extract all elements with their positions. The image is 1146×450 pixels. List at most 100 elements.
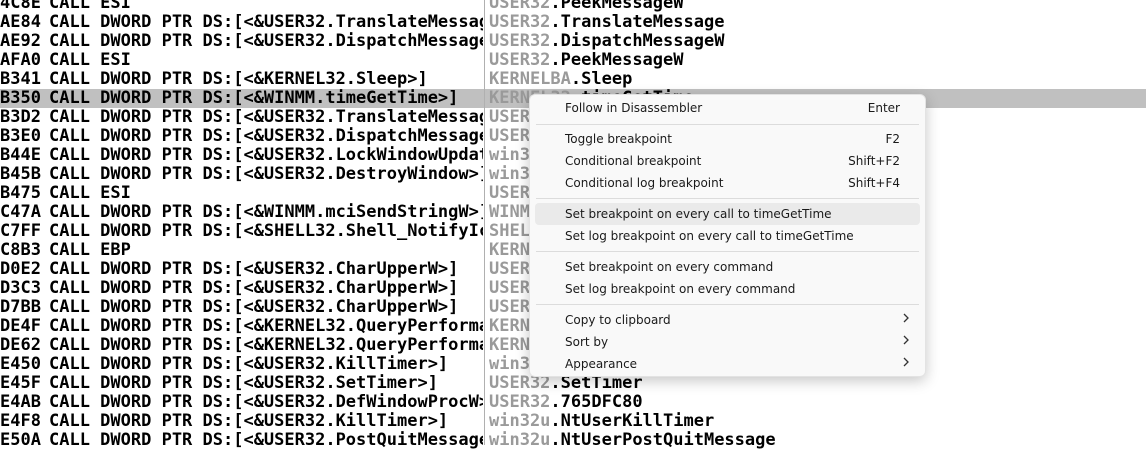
- destination-symbol: PeekMessageW: [560, 51, 684, 70]
- row-destination: KERNELBA.Sleep: [489, 70, 1139, 89]
- row-address: B341: [0, 70, 41, 89]
- menu-item-toggle-breakpoint[interactable]: Toggle breakpoint F2: [535, 128, 920, 150]
- destination-dot: .: [550, 13, 561, 32]
- row-address: D3C3: [0, 279, 41, 298]
- menu-item-label: Conditional breakpoint: [565, 154, 702, 168]
- list-row[interactable]: AE84 CALL DWORD PTR DS:[<&USER32.Translat…: [0, 13, 1146, 32]
- menu-item-log-breakpoint-every-call[interactable]: Set log breakpoint on every call to time…: [535, 225, 920, 247]
- destination-module: win32u: [489, 431, 551, 450]
- row-address: DE4F: [0, 317, 41, 336]
- menu-separator: [536, 124, 919, 125]
- menu-item-label: Set log breakpoint on every command: [565, 282, 796, 296]
- list-row[interactable]: E4F8 CALL DWORD PTR DS:[<&USER32.KillTime…: [0, 412, 1146, 431]
- row-instruction: CALL DWORD PTR DS:[<&USER32.LockWindowUp…: [49, 146, 483, 165]
- row-instruction: CALL DWORD PTR DS:[<&USER32.CharUpperW>]: [49, 260, 459, 279]
- list-row[interactable]: E4AB CALL DWORD PTR DS:[<&USER32.DefWindo…: [0, 393, 1146, 412]
- menu-item-shortcut: Enter: [867, 101, 900, 115]
- column-divider[interactable]: [484, 0, 485, 445]
- row-destination: win32u.NtUserPostQuitMessage: [489, 431, 1139, 450]
- context-menu: Follow in Disassembler Enter Toggle brea…: [529, 94, 926, 377]
- menu-item-conditional-breakpoint[interactable]: Conditional breakpoint Shift+F2: [535, 150, 920, 172]
- menu-item-label: Follow in Disassembler: [565, 101, 703, 115]
- row-destination: USER32.PeekMessageW: [489, 51, 1139, 70]
- row-instruction: CALL EBP: [49, 241, 131, 260]
- destination-symbol: NtUserPostQuitMessage: [560, 431, 776, 450]
- menu-item-label: Conditional log breakpoint: [565, 176, 724, 190]
- row-address: E450: [0, 355, 41, 374]
- row-instruction: CALL DWORD PTR DS:[<&USER32.DefWindowPro…: [49, 393, 483, 412]
- list-row[interactable]: AFA0 CALL ESI USER32.PeekMessageW: [0, 51, 1146, 70]
- menu-item-label: Appearance: [565, 357, 638, 371]
- menu-item-sort-by[interactable]: Sort by: [535, 331, 920, 353]
- list-row[interactable]: E50A CALL DWORD PTR DS:[<&USER32.PostQuit…: [0, 431, 1146, 450]
- menu-item-label: Set breakpoint on every call to timeGetT…: [565, 207, 832, 221]
- row-instruction: CALL ESI: [49, 184, 131, 203]
- menu-item-label: Sort by: [565, 335, 609, 349]
- destination-dot: .: [550, 431, 561, 450]
- destination-dot: .: [550, 412, 561, 431]
- menu-item-follow-in-disassembler[interactable]: Follow in Disassembler Enter: [535, 97, 920, 119]
- menu-item-label: Set breakpoint on every command: [565, 260, 774, 274]
- row-address: B44E: [0, 146, 41, 165]
- row-instruction: CALL DWORD PTR DS:[<&USER32.TranslateMes…: [49, 13, 483, 32]
- row-address: B3E0: [0, 127, 41, 146]
- destination-symbol: 765DFC80: [560, 393, 643, 412]
- destination-module: KERNELBA: [489, 70, 571, 89]
- menu-item-label: Copy to clipboard: [565, 313, 671, 327]
- destination-symbol: Sleep: [581, 70, 633, 89]
- row-instruction: CALL DWORD PTR DS:[<&WINMM.timeGetTime>]: [49, 89, 459, 108]
- destination-module: USER32: [489, 393, 551, 412]
- menu-separator: [536, 304, 919, 305]
- row-address: D7BB: [0, 298, 41, 317]
- row-instruction: CALL ESI: [49, 51, 131, 70]
- menu-item-appearance[interactable]: Appearance: [535, 353, 920, 375]
- row-destination: USER32.DispatchMessageW: [489, 32, 1139, 51]
- chevron-right-icon: [903, 331, 910, 353]
- row-instruction: CALL DWORD PTR DS:[<&KERNEL32.QueryPerfo…: [49, 317, 483, 336]
- list-row[interactable]: 4C8E CALL ESI USER32.PeekMessageW: [0, 0, 1146, 13]
- row-instruction: CALL DWORD PTR DS:[<&USER32.DispatchMess…: [49, 32, 483, 51]
- row-address: B350: [0, 89, 41, 108]
- destination-symbol: NtUserKillTimer: [560, 412, 715, 431]
- destination-dot: .: [550, 51, 561, 70]
- destination-dot: .: [550, 32, 561, 51]
- row-destination: win32u.NtUserKillTimer: [489, 412, 1139, 431]
- row-address: AFA0: [0, 51, 41, 70]
- row-instruction: CALL DWORD PTR DS:[<&KERNEL32.Sleep>]: [49, 70, 428, 89]
- menu-item-breakpoint-every-command[interactable]: Set breakpoint on every command: [535, 256, 920, 278]
- destination-module: USER32: [489, 51, 551, 70]
- menu-item-copy-to-clipboard[interactable]: Copy to clipboard: [535, 309, 920, 331]
- row-destination: USER32.TranslateMessage: [489, 13, 1139, 32]
- list-row[interactable]: B341 CALL DWORD PTR DS:[<&KERNEL32.Sleep>…: [0, 70, 1146, 89]
- row-address: C7FF: [0, 222, 41, 241]
- row-instruction: CALL DWORD PTR DS:[<&USER32.DispatchMess…: [49, 127, 483, 146]
- row-instruction: CALL DWORD PTR DS:[<&SHELL32.Shell_Notif…: [49, 222, 483, 241]
- row-address: DE62: [0, 336, 41, 355]
- list-row[interactable]: AE92 CALL DWORD PTR DS:[<&USER32.Dispatch…: [0, 32, 1146, 51]
- menu-item-conditional-log-breakpoint[interactable]: Conditional log breakpoint Shift+F4: [535, 172, 920, 194]
- destination-dot: .: [550, 0, 561, 13]
- destination-dot: .: [550, 393, 561, 412]
- row-instruction: CALL DWORD PTR DS:[<&USER32.PostQuitMess…: [49, 431, 483, 450]
- row-destination: USER32.765DFC80: [489, 393, 1139, 412]
- row-address: E45F: [0, 374, 41, 393]
- row-instruction: CALL ESI: [49, 0, 131, 13]
- chevron-right-icon: [903, 353, 910, 375]
- menu-item-log-breakpoint-every-command[interactable]: Set log breakpoint on every command: [535, 278, 920, 300]
- row-address: AE92: [0, 32, 41, 51]
- menu-item-breakpoint-every-call[interactable]: Set breakpoint on every call to timeGetT…: [535, 203, 920, 225]
- row-instruction: CALL DWORD PTR DS:[<&USER32.TranslateMes…: [49, 108, 483, 127]
- menu-item-shortcut: Shift+F4: [848, 176, 900, 190]
- row-address: B475: [0, 184, 41, 203]
- destination-dot: .: [570, 70, 582, 89]
- row-instruction: CALL DWORD PTR DS:[<&USER32.CharUpperW>]: [49, 298, 459, 317]
- menu-item-label: Toggle breakpoint: [565, 132, 672, 146]
- row-address: B3D2: [0, 108, 41, 127]
- row-address: C47A: [0, 203, 41, 222]
- row-address: B45B: [0, 165, 41, 184]
- row-address: C8B3: [0, 241, 41, 260]
- destination-module: win32u: [489, 412, 551, 431]
- destination-module: USER32: [489, 13, 551, 32]
- destination-module: USER32: [489, 32, 551, 51]
- destination-module: USER32: [489, 0, 551, 13]
